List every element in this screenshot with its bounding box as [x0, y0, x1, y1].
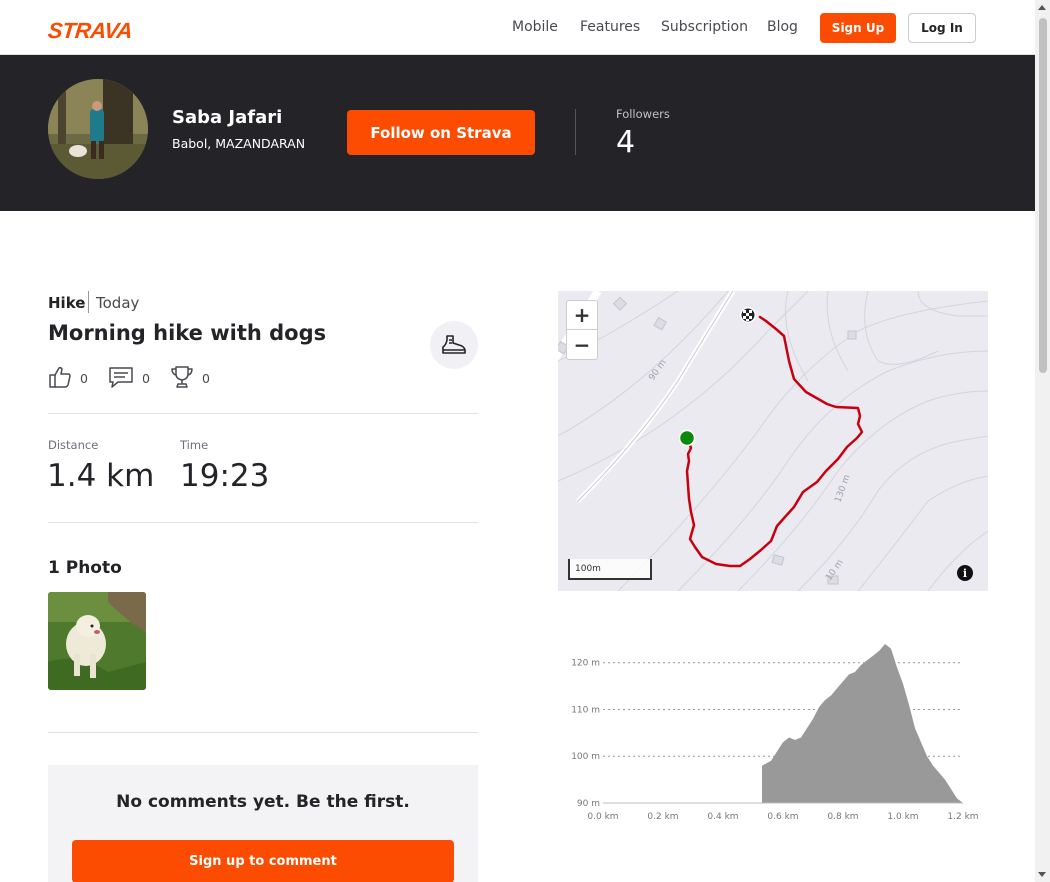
trophy-icon [170, 365, 194, 392]
avatar[interactable] [48, 79, 148, 179]
nav-blog[interactable]: Blog [767, 19, 798, 35]
time-label: Time [180, 438, 209, 452]
x-tick-label: 0.8 km [827, 812, 858, 822]
comments-count: 0 [142, 371, 150, 386]
divider [575, 109, 576, 155]
nav-mobile[interactable]: Mobile [512, 19, 558, 35]
athlete-name[interactable]: Saba Jafari [172, 107, 282, 128]
comment-icon [108, 365, 134, 392]
y-tick-label: 110 m [571, 705, 600, 715]
kudos[interactable]: 0 [48, 365, 88, 392]
athlete-location: Babol, MAZANDARAN [172, 136, 306, 151]
nav-features[interactable]: Features [580, 19, 640, 35]
elevation-chart: 90 m 100 m 110 m 120 m 0.0 km 0.2 km 0.4 km 0.6… [558, 630, 988, 830]
x-tick-label: 0.6 km [767, 812, 798, 822]
zoom-in-button[interactable]: + [567, 301, 597, 330]
zoom-out-button[interactable]: − [567, 330, 597, 359]
strava-logo[interactable]: STRAVA [47, 18, 134, 44]
kudos-count: 0 [80, 371, 88, 386]
distance-value: 1.4 km [47, 458, 155, 494]
x-tick-label: 0.0 km [587, 812, 618, 822]
start-marker [678, 429, 696, 447]
finish-flag-icon [740, 307, 756, 323]
activity-date: Today [96, 294, 140, 312]
log-in-button[interactable]: Log In [908, 13, 976, 43]
comments[interactable]: 0 [108, 365, 150, 392]
divider [48, 522, 478, 523]
info-icon[interactable]: i [957, 565, 973, 581]
no-comments-text: No comments yet. Be the first. [116, 792, 410, 812]
activity-photo[interactable] [48, 592, 146, 690]
scroll-up-icon[interactable] [1038, 5, 1046, 10]
time-value: 19:23 [180, 458, 270, 494]
distance-label: Distance [48, 438, 99, 452]
hiking-boot-icon [430, 321, 478, 369]
nav-subscription[interactable]: Subscription [661, 19, 748, 35]
sign-up-to-comment-button[interactable]: Sign up to comment [72, 840, 454, 882]
sign-up-button[interactable]: Sign Up [820, 13, 896, 43]
followers-label: Followers [616, 107, 670, 121]
map-scale: 100m [568, 559, 652, 580]
comments-panel: No comments yet. Be the first. Sign up t… [48, 765, 478, 882]
divider [48, 732, 478, 733]
followers-count: 4 [616, 125, 636, 160]
scroll-down-icon[interactable] [1038, 872, 1046, 877]
photos-title: 1 Photo [48, 558, 122, 578]
divider [48, 413, 478, 414]
follow-on-strava-button[interactable]: Follow on Strava [347, 110, 535, 155]
contour-label: 130 m [833, 474, 852, 504]
x-tick-label: 1.2 km [947, 812, 978, 822]
y-tick-label: 100 m [571, 752, 600, 762]
sport-type: Hike [48, 294, 86, 312]
x-tick-label: 0.4 km [707, 812, 738, 822]
elevation-area [762, 644, 963, 803]
scrollbar[interactable] [1035, 0, 1050, 882]
divider [88, 291, 89, 313]
x-tick-label: 1.0 km [887, 812, 918, 822]
y-tick-label: 120 m [571, 659, 600, 669]
athlete-banner: Saba Jafari Babol, MAZANDARAN Follow on … [0, 55, 1035, 211]
achievements[interactable]: 0 [170, 365, 210, 392]
zoom-control: + − [566, 300, 598, 360]
contour-label: 10 m [824, 558, 845, 583]
thumbs-up-icon [48, 365, 72, 392]
y-tick-label: 90 m [577, 799, 600, 809]
activity-title: Morning hike with dogs [48, 321, 327, 345]
scroll-thumb[interactable] [1039, 18, 1047, 373]
route-map[interactable]: 90 m 130 m 10 m [558, 291, 988, 591]
achievements-count: 0 [202, 371, 210, 386]
x-tick-label: 0.2 km [647, 812, 678, 822]
top-nav: STRAVA Mobile Features Subscription Blog… [0, 0, 1035, 55]
